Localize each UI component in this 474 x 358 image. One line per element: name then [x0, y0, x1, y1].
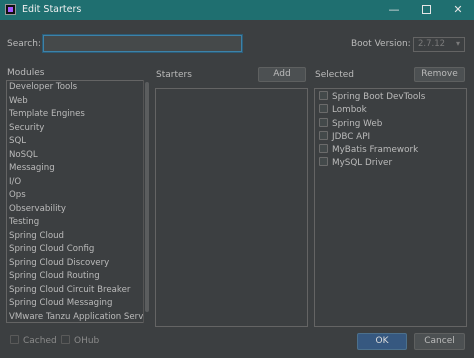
starters-header: Starters — [156, 70, 192, 80]
module-item[interactable]: Spring Cloud Discovery — [7, 257, 148, 271]
selected-item[interactable]: Lombok — [315, 104, 466, 117]
module-item[interactable]: SQL — [7, 135, 148, 149]
module-item[interactable]: Developer Tools — [7, 81, 148, 95]
module-item[interactable]: Web — [7, 95, 148, 109]
module-item[interactable]: Ops — [7, 189, 148, 203]
checkbox[interactable] — [319, 104, 328, 114]
selected-item[interactable]: Spring Web — [315, 117, 466, 131]
ok-button[interactable]: OK — [357, 333, 407, 350]
title-bar: Edit Starters — ✕ — [0, 0, 474, 20]
modules-scrollbar[interactable] — [143, 80, 150, 323]
maximize-icon[interactable] — [410, 0, 442, 20]
chevron-down-icon: ▾ — [455, 39, 460, 48]
checkbox[interactable] — [319, 91, 328, 100]
module-item[interactable]: Security — [7, 122, 148, 136]
intellij-app-icon — [5, 4, 16, 15]
selected-item[interactable]: JDBC API — [315, 130, 466, 144]
minimize-icon[interactable]: — — [378, 0, 410, 20]
module-item[interactable]: Spring Cloud Messaging — [7, 297, 148, 311]
module-item[interactable]: Template Engines — [7, 108, 148, 122]
module-item[interactable]: Testing — [7, 216, 148, 230]
starters-list — [155, 88, 308, 327]
search-label: Search: — [7, 39, 41, 49]
ohub-checkbox[interactable]: OHub — [61, 335, 99, 346]
module-item[interactable]: I/O — [7, 176, 148, 190]
boot-version-select[interactable]: 2.7.12 ▾ — [413, 37, 465, 52]
module-item[interactable]: Spring Cloud Config — [7, 243, 148, 257]
checkbox[interactable] — [319, 144, 328, 154]
add-button[interactable]: Add — [258, 67, 306, 82]
checkbox[interactable] — [319, 130, 328, 140]
module-item[interactable]: Spring Cloud — [7, 230, 148, 244]
module-item[interactable]: Spring Cloud Routing — [7, 270, 148, 284]
modules-header: Modules — [7, 68, 45, 78]
checkbox[interactable] — [61, 335, 70, 344]
module-item[interactable]: Messaging — [7, 162, 148, 176]
selected-item[interactable]: Spring Boot DevTools — [315, 91, 466, 104]
boot-version-label: Boot Version: — [351, 39, 411, 49]
module-item[interactable]: NoSQL — [7, 149, 148, 163]
cached-checkbox[interactable]: Cached — [10, 335, 57, 346]
window-title: Edit Starters — [22, 4, 82, 15]
module-item[interactable]: Spring Cloud Circuit Breaker — [7, 284, 148, 298]
checkbox[interactable] — [319, 157, 328, 167]
modules-list: Developer Tools Web Template Engines Sec… — [6, 80, 149, 323]
selected-header: Selected — [315, 70, 355, 80]
cancel-button[interactable]: Cancel — [414, 333, 465, 350]
module-item[interactable]: Observability — [7, 203, 148, 217]
search-input[interactable] — [42, 34, 243, 53]
selected-list: Spring Boot DevTools Lombok Spring Web J… — [314, 88, 467, 327]
remove-button[interactable]: Remove — [414, 67, 465, 82]
selected-item[interactable]: MyBatis Framework — [315, 144, 466, 157]
scrollbar-thumb[interactable] — [145, 82, 149, 312]
boot-version-value: 2.7.12 — [418, 39, 446, 49]
close-icon[interactable]: ✕ — [442, 0, 474, 20]
checkbox[interactable] — [10, 335, 19, 344]
checkbox[interactable] — [319, 117, 328, 127]
module-item[interactable]: VMware Tanzu Application Service — [7, 311, 148, 323]
selected-item[interactable]: MySQL Driver — [315, 157, 466, 170]
